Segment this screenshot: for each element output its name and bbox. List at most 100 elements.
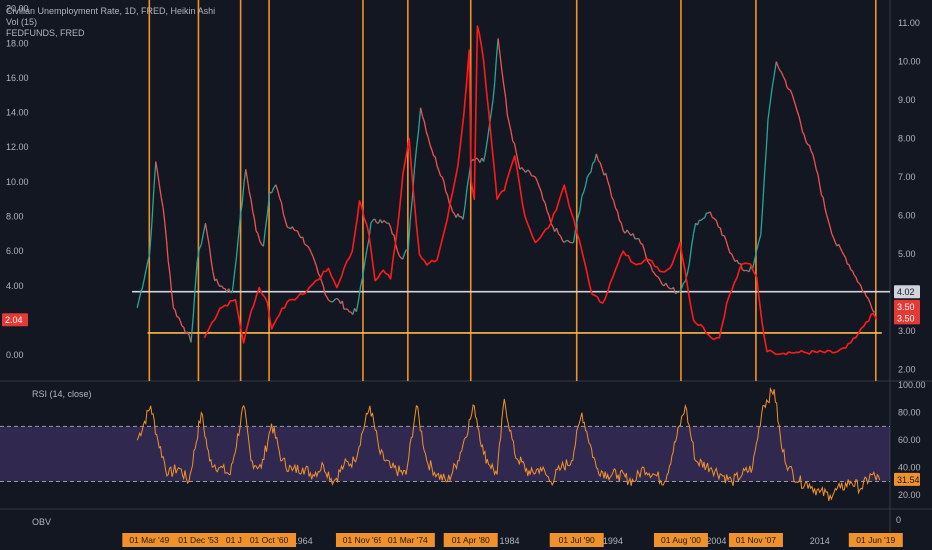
unemployment-segment bbox=[270, 187, 275, 194]
unemployment-segment bbox=[307, 245, 311, 250]
legend-main: Civilian Unemployment Rate, 1D, FRED, He… bbox=[6, 6, 215, 39]
unemployment-segment bbox=[586, 173, 590, 178]
unemployment-segment bbox=[490, 100, 494, 114]
unemployment-segment bbox=[572, 228, 577, 243]
right-axis-tick: 7.00 bbox=[898, 172, 916, 182]
unemployment-segment bbox=[475, 157, 479, 161]
unemployment-segment bbox=[719, 227, 723, 236]
unemployment-segment bbox=[508, 122, 512, 132]
unemployment-segment bbox=[355, 300, 360, 312]
left-axis-tick: 6.00 bbox=[6, 246, 24, 256]
unemployment-segment bbox=[725, 240, 729, 248]
x-axis-tick: 1984 bbox=[499, 536, 519, 546]
unemployment-segment bbox=[310, 252, 314, 257]
rsi-band bbox=[0, 426, 890, 482]
left-axis-tick: 10.00 bbox=[6, 177, 29, 187]
event-date-text: 01 Jun '19 bbox=[856, 535, 895, 545]
unemployment-segment bbox=[563, 240, 567, 243]
unemployment-segment bbox=[504, 97, 509, 116]
unemployment-segment bbox=[864, 292, 867, 297]
unemployment-segment bbox=[450, 205, 454, 212]
unemployment-segment bbox=[711, 216, 715, 220]
unemployment-segment bbox=[153, 161, 157, 190]
event-date-label: 01 Aug '00 bbox=[653, 533, 708, 547]
unemployment-segment bbox=[293, 229, 297, 232]
price-tag-unemployment-text: 3.50 bbox=[897, 302, 915, 312]
event-date-text: 01 Dec '53 bbox=[178, 535, 219, 545]
unemployment-segment bbox=[614, 207, 618, 212]
unemployment-segment bbox=[366, 239, 370, 251]
price-tag-resistance: 4.02 bbox=[894, 285, 920, 299]
unemployment-segment bbox=[851, 270, 855, 276]
unemployment-segment bbox=[245, 169, 249, 180]
unemployment-segment bbox=[206, 234, 210, 246]
unemployment-segment bbox=[262, 228, 267, 247]
unemployment-segment bbox=[198, 244, 202, 250]
unemployment-segment bbox=[534, 176, 538, 182]
unemployment-segment bbox=[210, 259, 214, 272]
unemployment-segment bbox=[257, 233, 261, 242]
unemployment-segment bbox=[438, 170, 442, 177]
unemployment-segment bbox=[640, 242, 643, 246]
legend-volume: Vol (15) bbox=[6, 17, 38, 27]
unemployment-segment bbox=[800, 123, 804, 132]
unemployment-segment bbox=[786, 86, 790, 90]
unemployment-segment bbox=[789, 89, 793, 95]
unemployment-segment bbox=[871, 308, 875, 313]
left-axis-tick: 12.00 bbox=[6, 142, 29, 152]
unemployment-segment bbox=[291, 226, 295, 231]
unemployment-segment bbox=[484, 139, 489, 153]
event-date-label: 01 Mar '49 bbox=[122, 533, 177, 547]
left-axis-tick: 0.00 bbox=[6, 350, 24, 360]
event-date-label: 01 Jun '19 bbox=[848, 533, 903, 547]
unemployment-segment bbox=[788, 88, 791, 91]
unemployment-segment bbox=[718, 226, 721, 229]
unemployment-segment bbox=[648, 262, 651, 266]
legend-rsi: RSI (14, close) bbox=[32, 389, 92, 399]
unemployment-segment bbox=[320, 281, 325, 287]
unemployment-segment bbox=[643, 250, 648, 259]
right-axis-tick: 11.00 bbox=[898, 18, 920, 28]
unemployment-segment bbox=[364, 250, 368, 264]
unemployment-segment bbox=[649, 264, 653, 271]
unemployment-segment bbox=[286, 226, 290, 229]
unemployment-segment bbox=[136, 300, 140, 309]
unemployment-segment bbox=[855, 276, 859, 283]
unemployment-segment bbox=[850, 269, 853, 272]
unemployment-segment bbox=[626, 229, 630, 234]
unemployment-segment bbox=[515, 152, 519, 162]
unemployment-segment bbox=[588, 171, 592, 175]
unemployment-segment bbox=[743, 269, 746, 272]
event-date-text: 01 Oct '60 bbox=[250, 535, 289, 545]
unemployment-segment bbox=[464, 187, 468, 207]
unemployment-segment bbox=[558, 233, 561, 237]
unemployment-segment bbox=[158, 185, 162, 198]
unemployment-segment bbox=[497, 38, 501, 55]
unemployment-segment bbox=[179, 320, 183, 327]
unemployment-segment bbox=[388, 222, 392, 228]
unemployment-segment bbox=[396, 250, 400, 256]
unemployment-segment bbox=[702, 217, 705, 220]
unemployment-segment bbox=[807, 143, 810, 146]
unemployment-segment bbox=[736, 259, 740, 264]
rsi-axis-tick: 100.00 bbox=[898, 380, 926, 390]
unemployment-segment bbox=[771, 75, 775, 88]
unemployment-segment bbox=[638, 238, 642, 244]
unemployment-segment bbox=[540, 191, 544, 200]
unemployment-segment bbox=[775, 61, 779, 67]
x-axis-tick: 2014 bbox=[810, 536, 830, 546]
unemployment-segment bbox=[561, 240, 565, 243]
unemployment-segment bbox=[441, 176, 445, 183]
event-date-label: 01 Oct '60 bbox=[242, 533, 297, 547]
unemployment-segment bbox=[324, 294, 328, 298]
unemployment-segment bbox=[417, 107, 422, 132]
unemployment-segment bbox=[528, 171, 533, 176]
unemployment-segment bbox=[231, 274, 236, 293]
unemployment-segment bbox=[777, 66, 781, 71]
unemployment-segment bbox=[793, 99, 797, 106]
unemployment-segment bbox=[546, 210, 550, 216]
unemployment-segment bbox=[542, 199, 546, 203]
unemployment-segment bbox=[567, 240, 571, 243]
unemployment-segment bbox=[494, 58, 498, 83]
unemployment-segment bbox=[731, 253, 735, 259]
